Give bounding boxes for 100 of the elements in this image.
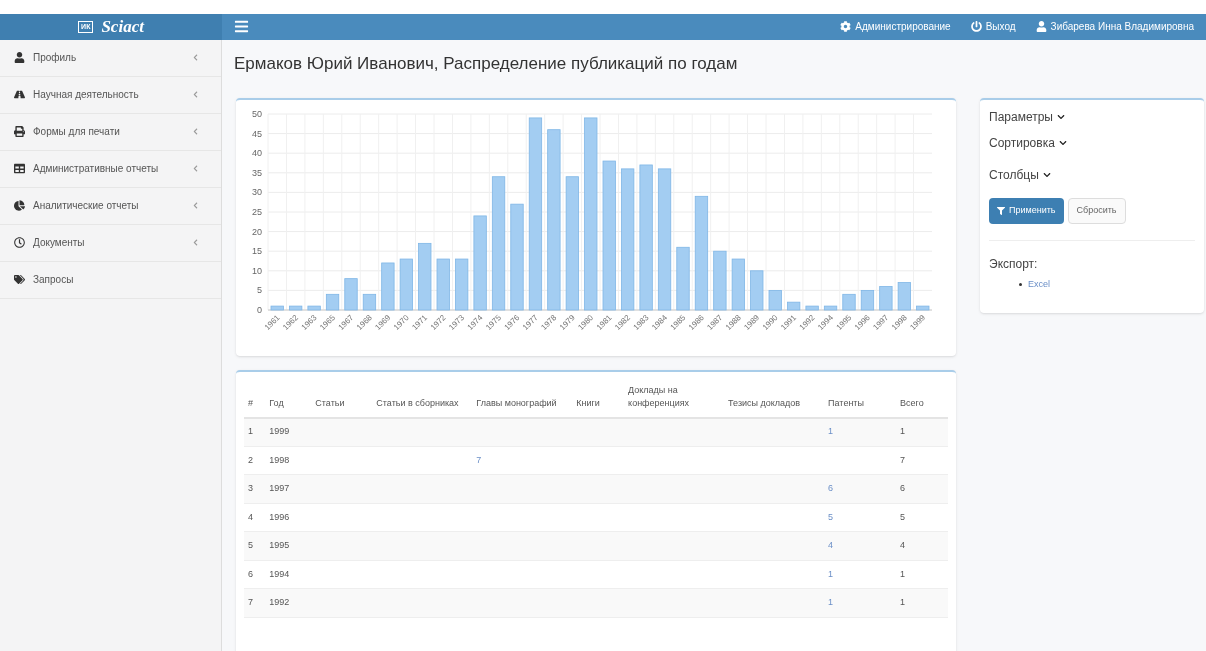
tags-icon (14, 274, 25, 285)
section-toggle[interactable]: Параметры (989, 107, 1195, 126)
sidebar-item[interactable]: Аналитические отчеты (0, 187, 221, 225)
nav-link[interactable]: Зибарева Инна Владимировна (1035, 19, 1194, 35)
bullet-icon (1019, 282, 1022, 286)
sidebar-item[interactable]: Научная деятельность (0, 76, 221, 114)
filter-icon (997, 206, 1005, 215)
bar (399, 258, 413, 310)
sidebar-item[interactable]: Документы (0, 224, 221, 262)
export-link[interactable]: Excel (1028, 277, 1050, 291)
axis-tick-label: 35 (252, 167, 262, 178)
chevron-icon (1056, 112, 1065, 121)
table-icon (14, 163, 25, 174)
sidebar-item[interactable]: Запросы (0, 261, 221, 299)
reset-button[interactable]: Сбросить (1067, 197, 1126, 224)
table-cell: 1 (900, 597, 906, 607)
bar (916, 305, 930, 310)
bar (307, 305, 321, 310)
count-link[interactable]: 5 (828, 511, 834, 522)
column-header: Всего (896, 383, 948, 418)
table-cell: 4 (248, 511, 253, 522)
column-header: Статьи в сборниках (372, 383, 473, 418)
axis-tick-label: 5 (257, 284, 262, 295)
count-link[interactable]: 6 (828, 483, 834, 493)
apply-button[interactable]: Применить (989, 197, 1064, 224)
table-cell: 1 (248, 426, 253, 437)
axis-tick-label: 30 (252, 186, 262, 197)
table-cell: 7 (900, 454, 906, 465)
bar (787, 301, 801, 310)
bar (860, 289, 875, 310)
axis-tick-label: 25 (252, 206, 262, 217)
table-cell: 7 (248, 597, 253, 607)
table-cell: 1996 (269, 511, 290, 522)
table-cell: 4 (900, 540, 906, 550)
axis-tick-label: 0 (257, 304, 262, 315)
bar (768, 289, 782, 310)
table-cell: 1995 (269, 540, 290, 550)
bar (344, 277, 358, 310)
bar (381, 262, 395, 310)
clock-icon (14, 237, 25, 248)
bar (270, 305, 284, 310)
bar (897, 281, 911, 310)
count-link[interactable]: 1 (828, 597, 834, 607)
column-header: Год (265, 383, 312, 418)
sidebar-item[interactable]: Формы для печати (0, 113, 221, 151)
bar (842, 293, 856, 310)
power-icon (970, 21, 982, 33)
axis-tick-label: 15 (252, 245, 262, 256)
logo-text: Sciact (101, 16, 144, 38)
table-cell: 6 (900, 483, 906, 493)
bar (455, 258, 469, 310)
nav-link[interactable]: Выход (970, 19, 1016, 35)
bar (436, 258, 450, 310)
axis-tick-label: 20 (252, 226, 262, 237)
table-cell: 1 (900, 568, 906, 579)
table-cell: 6 (248, 568, 253, 579)
road-icon (14, 89, 25, 100)
bar (676, 246, 690, 310)
table-cell: 1992 (269, 597, 290, 607)
sidebar-item[interactable]: Административные отчеты (0, 150, 221, 188)
sidebar-item[interactable]: Профиль (0, 39, 221, 77)
table-cell: 1 (900, 426, 906, 437)
page-title: Ермаков Юрий Иванович, Распределение публикаций по годам (234, 52, 738, 75)
menu-icon[interactable] (234, 19, 249, 35)
column-header: Доклады на конференциях (624, 383, 725, 418)
count-link[interactable]: 1 (828, 426, 834, 437)
user-icon (14, 52, 25, 63)
chart-icon (14, 200, 25, 211)
nav-link[interactable]: Администрирование (840, 19, 951, 35)
bar (418, 242, 432, 310)
axis-tick-label: 45 (252, 128, 262, 139)
table-cell: 5 (248, 540, 253, 550)
section-toggle[interactable]: Сортировка (989, 133, 1195, 152)
count-link[interactable]: 4 (828, 540, 834, 550)
bar (750, 269, 764, 310)
column-header: Тезисы докладов (724, 383, 825, 418)
axis-tick-label: 50 (252, 108, 262, 119)
bar (713, 250, 727, 310)
bar (362, 293, 377, 310)
bar (879, 285, 893, 310)
column-header: Патенты (824, 383, 897, 418)
column-header: Книги (572, 383, 625, 418)
axis-tick-label: 10 (252, 265, 262, 276)
table-cell: 5 (900, 511, 906, 522)
section-toggle[interactable]: Столбцы (989, 165, 1195, 184)
table-cell: 1999 (269, 426, 290, 437)
table-cell: 2 (248, 454, 253, 465)
table-cell: 1998 (269, 454, 290, 465)
column-header: Главы монографий (472, 383, 573, 418)
axis-tick-label: 40 (252, 147, 262, 158)
bar (805, 305, 819, 310)
bar (731, 258, 745, 310)
settings-icon (840, 21, 852, 33)
bar (325, 293, 340, 310)
column-header: # (244, 383, 266, 418)
count-link[interactable]: 1 (828, 568, 834, 579)
bar (823, 305, 838, 310)
table-cell: 1997 (269, 483, 290, 493)
count-link[interactable]: 7 (476, 454, 482, 465)
user-icon (1035, 21, 1047, 33)
